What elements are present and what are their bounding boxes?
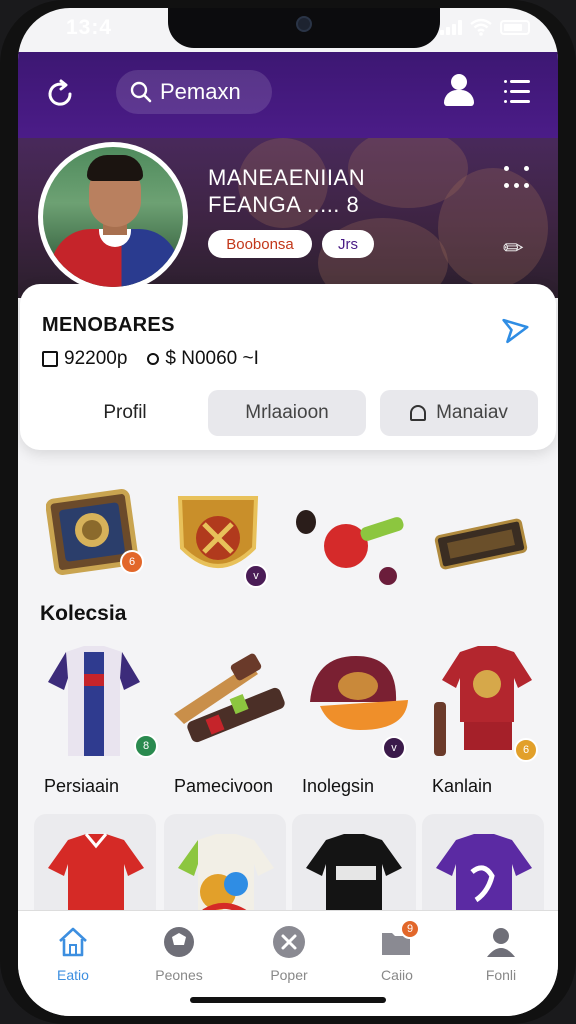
status-time: 13:4 bbox=[66, 16, 113, 39]
tag-chip-1[interactable]: Boobonsa bbox=[208, 230, 312, 258]
notification-badge: 9 bbox=[400, 919, 420, 939]
collection-label-3: Inolegsin bbox=[302, 776, 375, 796]
circle-icon bbox=[147, 353, 160, 365]
bag-icon bbox=[410, 405, 427, 421]
tab-right-label: Manaiav bbox=[436, 402, 508, 423]
avatar[interactable] bbox=[38, 142, 188, 292]
account-icon[interactable] bbox=[442, 74, 476, 108]
nav-label-home: Eatio bbox=[57, 967, 89, 983]
badge-item-2[interactable]: v bbox=[168, 488, 268, 588]
profile-card: MENOBARES 92200p $ N0060 ~I Profil Mrlaa… bbox=[20, 284, 556, 450]
notch bbox=[168, 8, 440, 48]
search-text: Pemaxn bbox=[160, 79, 241, 104]
home-indicator bbox=[190, 997, 386, 1003]
collection-item-3[interactable]: v bbox=[300, 650, 410, 760]
battery-icon bbox=[500, 19, 530, 35]
search-icon bbox=[130, 81, 152, 103]
nav-label-folder: Caiio bbox=[381, 967, 413, 983]
refresh-icon[interactable] bbox=[44, 78, 76, 116]
badge-count-icon: 6 bbox=[120, 550, 144, 574]
badge-item-4[interactable] bbox=[432, 516, 530, 574]
phone-frame: 13:4 Pemaxn MANEAENIIAN FEANGA ..... 8 B… bbox=[0, 0, 576, 1024]
badge-item-3[interactable] bbox=[290, 500, 408, 590]
collection-label-1: Persiaain bbox=[44, 776, 120, 796]
share-icon[interactable] bbox=[499, 312, 535, 354]
banner-title-line-1: MANEAENIIAN bbox=[208, 165, 366, 190]
badge-count-icon: 8 bbox=[134, 734, 158, 758]
collection-item-4[interactable]: 6 bbox=[430, 644, 540, 762]
wifi-icon bbox=[470, 18, 492, 36]
close-circle-icon bbox=[272, 925, 306, 959]
profile-stats: 92200p $ N0060 ~I bbox=[42, 348, 259, 370]
nav-item-home[interactable]: Eatio bbox=[28, 925, 118, 983]
signal-icon bbox=[440, 19, 462, 35]
tab-middle[interactable]: Mrlaaioon bbox=[208, 390, 366, 436]
avatar-photo bbox=[43, 147, 183, 287]
search-field[interactable]: Pemaxn bbox=[116, 70, 272, 114]
stat-value-2: $ N0060 ~I bbox=[165, 348, 259, 369]
banner-title: MANEAENIIAN FEANGA ..... 8 bbox=[208, 164, 365, 218]
banner-title-line-2: FEANGA ..... 8 bbox=[208, 192, 360, 217]
camera-icon bbox=[296, 16, 312, 32]
collection-item-2[interactable] bbox=[166, 650, 286, 750]
person-icon bbox=[484, 925, 518, 959]
nav-label-play: Poper bbox=[270, 967, 308, 983]
nav-item-folder[interactable]: 9 Caiio bbox=[352, 919, 442, 983]
checkbox-icon bbox=[42, 351, 58, 367]
badge-count-icon: v bbox=[244, 564, 268, 588]
badge-item-1[interactable]: 6 bbox=[45, 488, 144, 578]
home-icon bbox=[56, 925, 90, 959]
tab-right[interactable]: Manaiav bbox=[380, 390, 538, 436]
badge-count-icon: 6 bbox=[514, 738, 538, 762]
tab-profile[interactable]: Profil bbox=[40, 390, 210, 436]
top-app-bar: Pemaxn bbox=[18, 52, 558, 138]
collection-label-4: Kanlain bbox=[432, 776, 493, 796]
ball-icon bbox=[162, 925, 196, 959]
collection-title: Kolecsia bbox=[40, 602, 127, 625]
folder-icon: 9 bbox=[380, 919, 420, 959]
stat-value-1: 92200p bbox=[64, 348, 128, 369]
nav-item-profile[interactable]: Fonli bbox=[456, 925, 546, 983]
nav-item-ball[interactable]: Peones bbox=[134, 925, 224, 983]
collection-item-1[interactable]: 8 bbox=[44, 644, 158, 764]
nav-item-play[interactable]: Poper bbox=[244, 925, 334, 983]
collection-label-2: Pamecivoon bbox=[174, 776, 274, 796]
nav-label-ball: Peones bbox=[155, 967, 203, 983]
bottom-navigation: Eatio Peones Poper 9 Caiio Fonli bbox=[18, 910, 558, 1016]
profile-name: MENOBARES bbox=[42, 314, 175, 336]
nav-label-profile: Fonli bbox=[485, 967, 517, 983]
badge-count-icon: v bbox=[382, 736, 406, 760]
more-options-icon[interactable] bbox=[504, 166, 532, 190]
menu-icon[interactable] bbox=[504, 80, 530, 104]
tag-chip-2[interactable]: Jrs bbox=[322, 230, 374, 258]
status-icons bbox=[440, 18, 530, 36]
app-screen: 13:4 Pemaxn MANEAENIIAN FEANGA ..... 8 B… bbox=[18, 8, 558, 1016]
